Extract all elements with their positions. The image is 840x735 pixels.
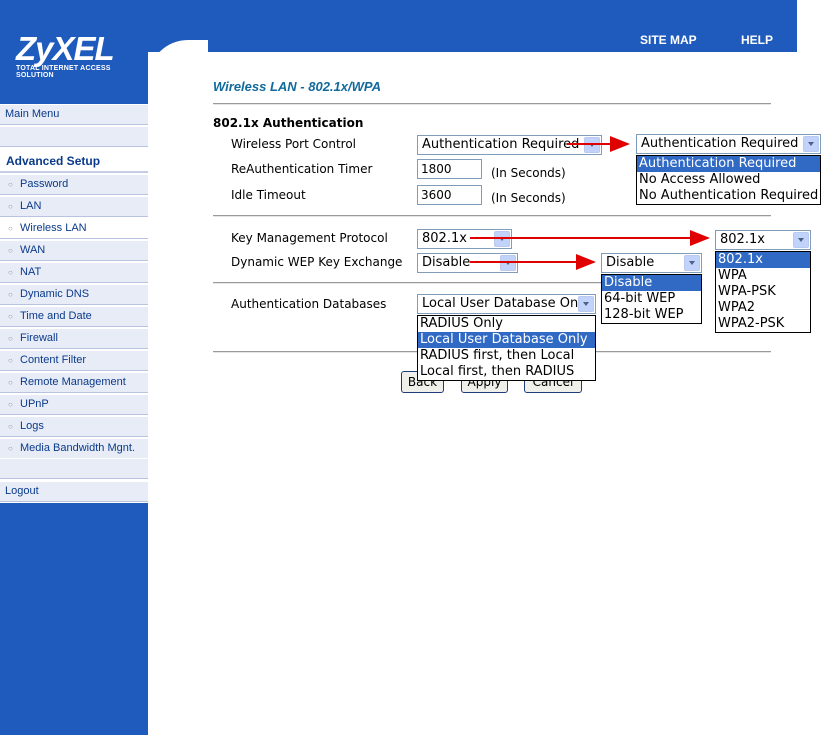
annotation-arrows — [470, 136, 710, 270]
